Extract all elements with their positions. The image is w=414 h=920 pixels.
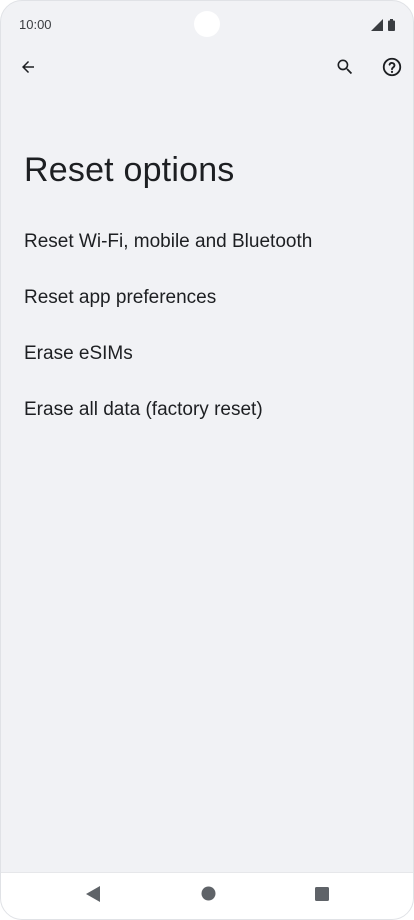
search-button[interactable] (329, 53, 361, 85)
nav-recents-button[interactable] (312, 886, 332, 906)
nav-back-icon (86, 885, 100, 907)
app-bar (1, 47, 413, 91)
nav-home-icon (201, 886, 216, 906)
search-icon (335, 57, 355, 82)
status-bar: 10:00 (1, 1, 413, 47)
option-reset-app-preferences[interactable]: Reset app preferences (1, 270, 413, 326)
option-erase-esims[interactable]: Erase eSIMs (1, 326, 413, 382)
option-reset-network[interactable]: Reset Wi-Fi, mobile and Bluetooth (1, 214, 413, 270)
navigation-bar (1, 872, 413, 919)
phone-screen: 10:00 Reset options Reset Wi-Fi, mobile … (0, 0, 414, 920)
status-icons (371, 18, 395, 36)
status-time: 10:00 (19, 17, 52, 32)
help-button[interactable] (376, 53, 408, 85)
nav-home-button[interactable] (198, 886, 218, 906)
battery-icon (388, 18, 395, 36)
nav-recents-icon (315, 886, 329, 906)
reset-options-list: Reset Wi-Fi, mobile and Bluetooth Reset … (1, 214, 413, 438)
arrow-back-icon (19, 58, 37, 81)
signal-icon (371, 18, 383, 36)
back-button[interactable] (12, 53, 44, 85)
help-icon (381, 56, 403, 83)
page-title: Reset options (24, 151, 235, 189)
camera-cutout (194, 11, 220, 37)
option-factory-reset[interactable]: Erase all data (factory reset) (1, 382, 413, 438)
nav-back-button[interactable] (83, 885, 103, 907)
